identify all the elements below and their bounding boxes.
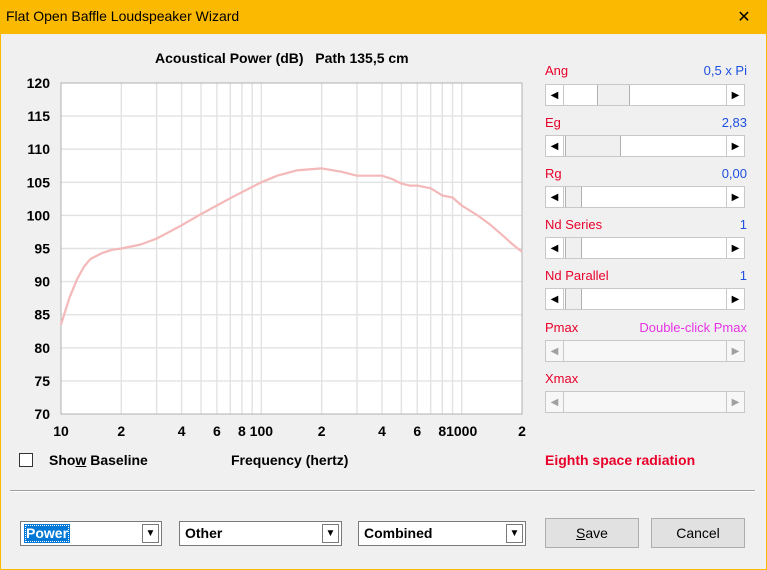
xmax-label: Xmax xyxy=(545,371,579,386)
x-tick-label: 4 xyxy=(378,423,386,439)
cancel-button[interactable]: Cancel xyxy=(651,518,745,548)
pmax-label: Pmax xyxy=(545,320,579,335)
combined-select[interactable]: Combined ▼ xyxy=(358,521,526,546)
scroll-right-icon[interactable]: ▶ xyxy=(726,238,744,258)
ang-thumb[interactable] xyxy=(597,85,630,105)
nd-parallel-label: Nd Parallel xyxy=(545,268,609,283)
mode-select[interactable]: Power ▼ xyxy=(20,521,162,546)
other-select[interactable]: Other ▼ xyxy=(179,521,342,546)
mode-select-value: Power xyxy=(24,524,71,543)
y-tick-label: 80 xyxy=(34,340,50,356)
scroll-right-icon[interactable]: ▶ xyxy=(726,187,744,207)
other-select-value: Other xyxy=(185,525,223,541)
eg-scrollbar[interactable]: ◀ ▶ xyxy=(545,135,745,157)
rg-label: Rg xyxy=(545,166,562,181)
close-button[interactable]: ✕ xyxy=(721,0,767,34)
x-tick-label: 2 xyxy=(117,423,125,439)
scroll-left-icon[interactable]: ◀ xyxy=(546,238,564,258)
save-button[interactable]: Save xyxy=(545,518,639,548)
x-tick-label: 4 xyxy=(178,423,186,439)
checkbox-box[interactable] xyxy=(19,453,33,467)
y-tick-label: 90 xyxy=(34,274,50,290)
power-chart: 12011511010510095908580757010 2 4 6 8 100 2 4 6 8… xyxy=(27,75,526,439)
divider xyxy=(10,490,755,492)
eg-thumb[interactable] xyxy=(565,136,621,156)
ang-value: 0,5 x Pi xyxy=(703,63,747,78)
scroll-right-icon: ▶ xyxy=(726,341,744,361)
x-axis-label: Frequency (hertz) xyxy=(231,452,349,468)
scroll-left-icon[interactable]: ◀ xyxy=(546,85,564,105)
chevron-down-icon[interactable]: ▼ xyxy=(506,524,523,543)
save-button-label: Save xyxy=(576,525,608,541)
y-tick-label: 70 xyxy=(34,406,50,422)
nd-series-thumb[interactable] xyxy=(565,238,582,258)
scroll-left-icon[interactable]: ◀ xyxy=(546,136,564,156)
nd-series-label: Nd Series xyxy=(545,217,603,232)
scroll-right-icon[interactable]: ▶ xyxy=(726,289,744,309)
cancel-button-label: Cancel xyxy=(676,525,720,541)
scroll-left-icon[interactable]: ◀ xyxy=(546,289,564,309)
rg-scrollbar[interactable]: ◀ ▶ xyxy=(545,186,745,208)
y-tick-label: 85 xyxy=(34,307,50,323)
title-bar: Flat Open Baffle Loudspeaker Wizard ✕ xyxy=(0,0,767,34)
pmax-scrollbar: ◀ ▶ xyxy=(545,340,745,362)
nd-series-scrollbar[interactable]: ◀ ▶ xyxy=(545,237,745,259)
close-icon: ✕ xyxy=(737,9,751,26)
y-tick-label: 95 xyxy=(34,241,50,257)
x-tick-label: 1000 xyxy=(446,423,477,439)
show-baseline-label: Show Baseline xyxy=(49,452,148,468)
x-tick-label: 2 xyxy=(318,423,326,439)
xmax-scrollbar: ◀ ▶ xyxy=(545,391,745,413)
scroll-left-icon: ◀ xyxy=(546,392,564,412)
scroll-right-icon[interactable]: ▶ xyxy=(726,136,744,156)
scroll-left-icon[interactable]: ◀ xyxy=(546,187,564,207)
nd-parallel-thumb[interactable] xyxy=(565,289,582,309)
eg-value: 2,83 xyxy=(721,115,747,130)
x-tick-label: 6 xyxy=(213,423,221,439)
nd-parallel-scrollbar[interactable]: ◀ ▶ xyxy=(545,288,745,310)
ang-scrollbar[interactable]: ◀ ▶ xyxy=(545,84,745,106)
ang-label: Ang xyxy=(545,63,569,78)
y-tick-label: 100 xyxy=(27,207,51,223)
nd-series-value: 1 xyxy=(739,217,747,232)
x-tick-label: 100 xyxy=(250,423,274,439)
window-title: Flat Open Baffle Loudspeaker Wizard xyxy=(6,8,240,24)
x-tick-label: 10 xyxy=(53,423,69,439)
rg-value: 0,00 xyxy=(721,166,747,181)
rg-thumb[interactable] xyxy=(565,187,582,207)
y-tick-label: 110 xyxy=(27,141,50,157)
y-tick-label: 75 xyxy=(34,373,50,389)
x-tick-label: 8 xyxy=(238,423,246,439)
x-tick-label: 6 xyxy=(413,423,421,439)
scroll-right-icon: ▶ xyxy=(726,392,744,412)
pmax-value[interactable]: Double-click Pmax xyxy=(639,320,747,335)
chevron-down-icon[interactable]: ▼ xyxy=(142,524,159,543)
chevron-down-icon[interactable]: ▼ xyxy=(322,524,339,543)
eg-label: Eg xyxy=(545,115,561,130)
show-baseline-checkbox[interactable]: Show Baseline xyxy=(19,452,148,468)
x-tick-label: 2 xyxy=(518,423,526,439)
combined-select-value: Combined xyxy=(364,525,433,541)
scroll-left-icon: ◀ xyxy=(546,341,564,361)
y-tick-label: 120 xyxy=(27,75,51,91)
nd-parallel-value: 1 xyxy=(739,268,747,283)
radiation-mode-text: Eighth space radiation xyxy=(545,452,696,468)
y-tick-label: 115 xyxy=(27,108,50,124)
scroll-right-icon[interactable]: ▶ xyxy=(726,85,744,105)
y-tick-label: 105 xyxy=(27,174,51,190)
